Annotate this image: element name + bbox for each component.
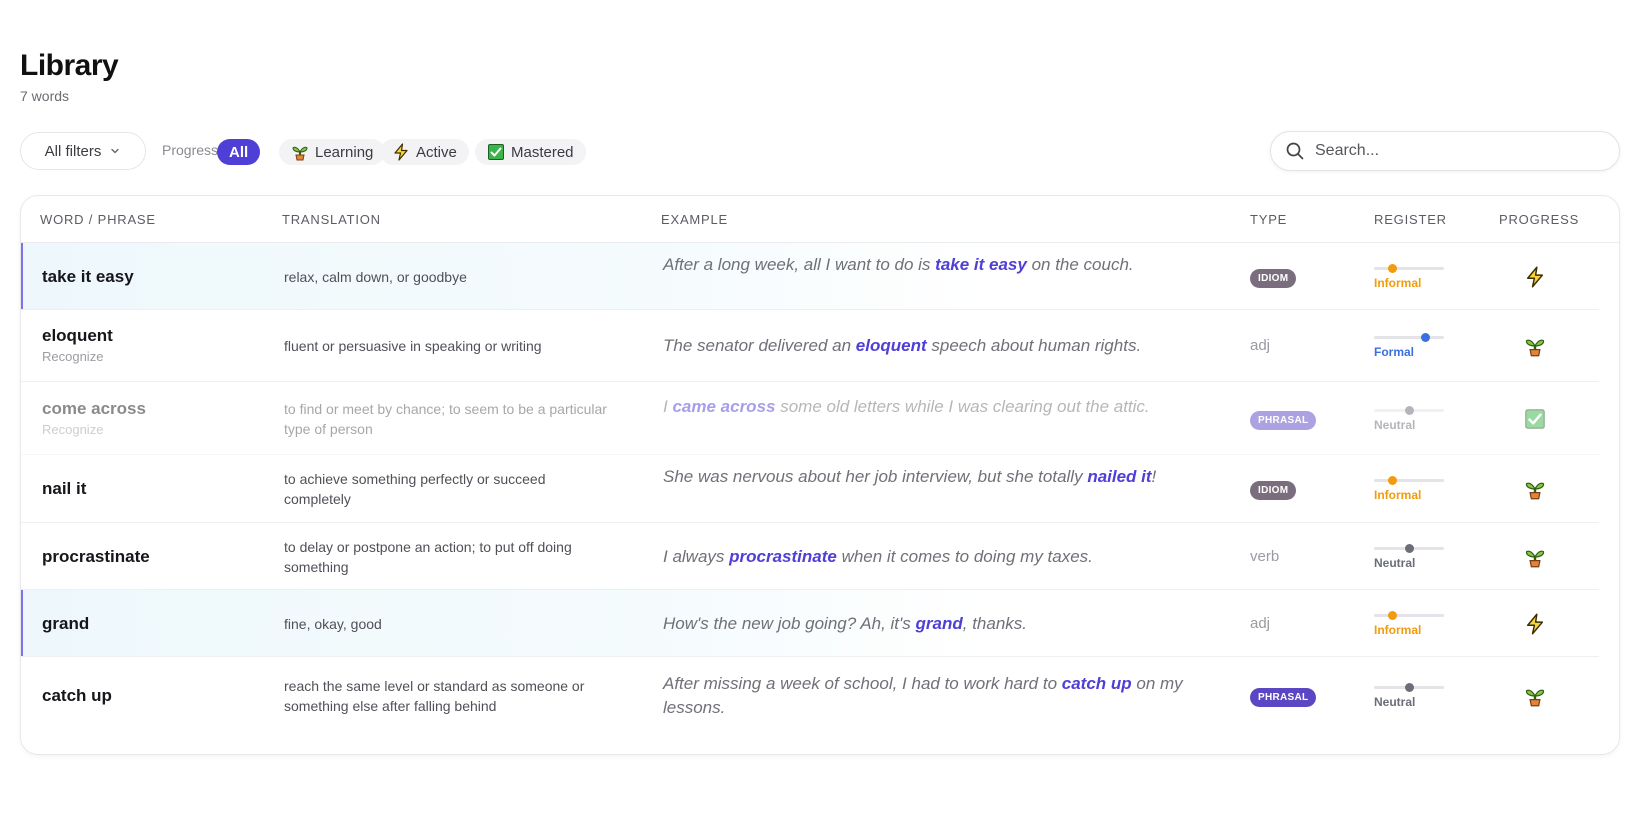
- register-track: [1374, 336, 1444, 339]
- chevron-down-icon: [111, 148, 120, 154]
- lightning-icon: [392, 143, 410, 161]
- lightning-icon[interactable]: [1524, 265, 1546, 288]
- word-count: 7 words: [20, 88, 70, 104]
- type-badge: PHRASAL: [1250, 688, 1317, 707]
- search-input[interactable]: [1315, 142, 1595, 160]
- type-text: adj: [1250, 337, 1271, 354]
- table-row[interactable]: Recognize come across to find or meet by c…: [21, 382, 1619, 455]
- example-highlight: take it easy: [935, 254, 1027, 274]
- translation-text: to delay or postpone an action; to put o…: [284, 538, 572, 575]
- sprout-icon[interactable]: [1524, 478, 1546, 500]
- register-label: Informal: [1374, 275, 1422, 290]
- register-dot: [1388, 263, 1397, 273]
- word-text: procrastinate: [42, 546, 150, 566]
- progress-filter-label: Progress: [162, 142, 219, 158]
- example-highlight: grand: [915, 613, 963, 633]
- translation-text: relax, calm down, or goodbye: [284, 268, 467, 285]
- example-highlight: nailed it: [1087, 467, 1152, 486]
- register-dot: [1404, 543, 1414, 553]
- register-label: Informal: [1374, 622, 1422, 637]
- translation-text: fine, okay, good: [284, 615, 382, 632]
- translation-text: fluent or persuasive in speaking or writ…: [284, 338, 542, 354]
- sprout-icon: [291, 143, 309, 161]
- checkmark-box-icon[interactable]: [1524, 408, 1546, 430]
- sprout-icon[interactable]: [1524, 546, 1546, 568]
- chip-label: Active: [416, 143, 457, 161]
- table-row[interactable]: Recognize eloquent fluent or persuasive in…: [21, 310, 1619, 382]
- table-row[interactable]: grand fine, okay, good How's the new job g…: [21, 590, 1619, 657]
- register-label: Neutral: [1374, 417, 1416, 432]
- example-highlight: procrastinate: [729, 546, 837, 566]
- word-text: grand: [42, 613, 90, 633]
- page-header: Library 7 words: [20, 48, 119, 104]
- example-sentence: I came across some old letters while I w…: [663, 396, 1150, 416]
- register-dot: [1388, 610, 1397, 620]
- sprout-icon[interactable]: [1524, 335, 1546, 357]
- checkmark-box-icon: [487, 143, 505, 161]
- all-filters-button[interactable]: All filters: [20, 132, 146, 170]
- type-badge: IDIOM: [1250, 268, 1297, 288]
- word-table: Word / Phrase Translation Example Type R…: [20, 195, 1620, 755]
- register-dot: [1404, 405, 1414, 415]
- progress-chip-all[interactable]: All: [217, 139, 261, 165]
- table-row[interactable]: procrastinate to delay or postpone an act…: [21, 523, 1619, 590]
- table-row[interactable]: catch up reach the same level or standard…: [21, 657, 1619, 735]
- example-sentence: She was nervous about her job interview,…: [663, 467, 1157, 486]
- register-track: [1374, 613, 1444, 617]
- page-title: Library: [20, 49, 119, 82]
- type-badge: IDIOM: [1250, 481, 1297, 500]
- chip-label: All: [229, 143, 249, 161]
- progress-chip-learning[interactable]: Learning: [279, 139, 386, 165]
- example-sentence: The senator delivered an eloquent speech…: [663, 336, 1142, 355]
- type-badge: PHRASAL: [1250, 410, 1317, 430]
- table-header: Word / Phrase Translation Example Type R…: [21, 196, 1619, 243]
- example-highlight: catch up: [1061, 674, 1132, 693]
- filter-toolbar: All filters Progress All Learning Active…: [20, 131, 1620, 171]
- column-header-word[interactable]: Word / Phrase: [40, 212, 156, 227]
- translation-text: to achieve something perfectly or succee…: [284, 471, 546, 507]
- table-row[interactable]: nail it to achieve something perfectly or…: [21, 455, 1619, 523]
- type-text: adj: [1250, 614, 1271, 632]
- word-text: catch up: [42, 686, 112, 705]
- sprout-icon[interactable]: [1524, 685, 1546, 707]
- lightning-icon[interactable]: [1524, 612, 1546, 635]
- word-text: come across: [42, 398, 146, 418]
- chip-label: Mastered: [511, 143, 574, 161]
- search-box[interactable]: [1270, 131, 1620, 171]
- register-label: Neutral: [1374, 695, 1416, 709]
- example-sentence: How's the new job going? Ah, it's grand,…: [663, 613, 1028, 633]
- word-text: take it easy: [42, 266, 134, 286]
- column-header-example[interactable]: Example: [661, 212, 728, 227]
- register-label: Neutral: [1374, 555, 1416, 570]
- example-sentence: After a long week, all I want to do is t…: [663, 254, 1134, 274]
- register-track: [1374, 266, 1444, 270]
- all-filters-label: All filters: [44, 142, 102, 160]
- register-track: [1374, 479, 1444, 482]
- column-header-register[interactable]: Register: [1374, 212, 1447, 227]
- type-text: verb: [1250, 547, 1280, 565]
- example-highlight: came across: [672, 396, 776, 416]
- register-label: Informal: [1374, 488, 1422, 502]
- example-sentence: I always procrastinate when it comes to …: [663, 546, 1093, 566]
- example-sentence: After missing a week of school, I had to…: [663, 674, 1183, 717]
- progress-chip-active[interactable]: Active: [380, 139, 469, 165]
- word-stage: Recognize: [42, 421, 104, 437]
- chip-label: Learning: [315, 143, 374, 161]
- word-text: nail it: [42, 479, 87, 498]
- word-stage: Recognize: [42, 349, 104, 364]
- table-row[interactable]: take it easy relax, calm down, or goodbye…: [21, 243, 1619, 310]
- register-dot: [1388, 476, 1397, 485]
- translation-text: to find or meet by chance; to seem to be…: [284, 400, 607, 437]
- register-dot: [1421, 333, 1430, 342]
- example-highlight: eloquent: [855, 336, 927, 355]
- search-icon: [1286, 142, 1304, 160]
- word-text: eloquent: [42, 326, 113, 345]
- column-header-progress[interactable]: Progress: [1499, 212, 1579, 227]
- translation-text: reach the same level or standard as some…: [284, 678, 585, 714]
- column-header-type[interactable]: Type: [1250, 212, 1287, 227]
- column-header-translation[interactable]: Translation: [282, 212, 381, 227]
- register-dot: [1404, 683, 1414, 692]
- progress-chip-mastered[interactable]: Mastered: [475, 139, 586, 165]
- register-label: Formal: [1374, 345, 1415, 359]
